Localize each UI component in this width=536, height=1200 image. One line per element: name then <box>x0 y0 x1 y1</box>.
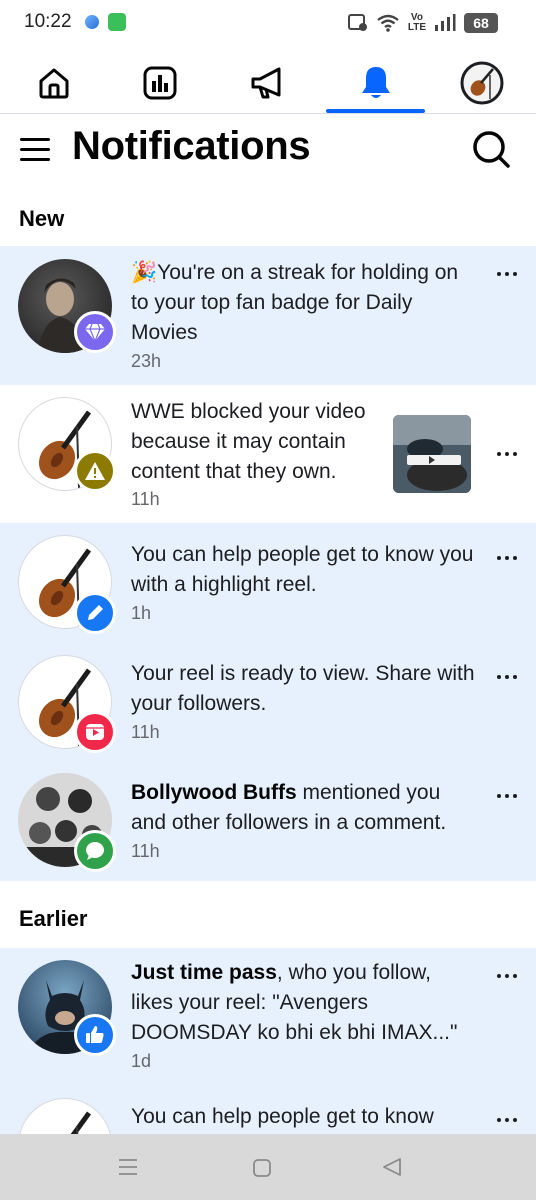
violin-image <box>70 1111 92 1134</box>
recent-apps-button[interactable] <box>118 1158 138 1176</box>
bell-icon <box>362 67 390 98</box>
signal-icon <box>435 14 456 31</box>
pencil-icon <box>88 605 103 620</box>
dot-icon <box>505 675 509 679</box>
menu-button[interactable] <box>18 132 52 166</box>
active-tab-indicator <box>326 109 425 113</box>
home-button[interactable] <box>252 1158 272 1178</box>
notification-item[interactable]: You can help people get to know you with… <box>0 523 536 643</box>
tab-ads[interactable] <box>218 52 318 114</box>
warning-icon <box>85 462 105 480</box>
dot-icon <box>505 794 509 798</box>
search-icon <box>473 131 510 168</box>
dot-icon <box>497 1118 501 1122</box>
notification-time: 23h <box>131 351 162 371</box>
dot-icon <box>505 452 509 456</box>
hamburger-icon <box>20 138 50 161</box>
cast-icon <box>347 14 367 31</box>
dot-icon <box>505 556 509 560</box>
notification-time: 11h <box>131 841 160 861</box>
section-title-new: New <box>19 206 65 231</box>
wifi-icon <box>377 14 399 32</box>
dot-icon <box>505 1118 509 1122</box>
notification-text: WWE blocked your video because it may co… <box>131 400 366 483</box>
page-title: Notifications <box>72 124 311 168</box>
more-options-button[interactable] <box>493 1110 521 1130</box>
notification-text: You can help people get to know you with… <box>131 543 474 596</box>
dot-icon <box>497 272 501 276</box>
more-options-button[interactable] <box>493 548 521 568</box>
notification-text: Bollywood Buffs mentioned you and other … <box>131 781 447 834</box>
notification-time: 1d <box>131 1051 152 1071</box>
dot-icon <box>497 556 501 560</box>
thumbnail-image <box>393 415 471 493</box>
search-button[interactable] <box>470 128 512 170</box>
notification-time: 1h <box>131 603 152 623</box>
reel-icon <box>86 724 104 740</box>
video-thumbnail[interactable] <box>393 415 471 493</box>
violin-avatar-icon <box>460 61 504 105</box>
status-bar: 10:22 Vo LTE 68 <box>0 0 536 46</box>
status-icons: Vo LTE 68 <box>347 12 498 34</box>
badge-warning <box>74 450 116 492</box>
status-time: 10:22 <box>24 11 72 32</box>
notification-text: You can help people get to know <box>131 1105 434 1128</box>
bar-chart-icon <box>143 66 177 100</box>
tab-notifications[interactable] <box>326 52 426 114</box>
tab-profile[interactable] <box>432 52 532 114</box>
notification-item[interactable]: You can help people get to know <box>0 1088 536 1134</box>
tab-dashboard[interactable] <box>110 52 210 114</box>
dot-icon <box>497 794 501 798</box>
back-button[interactable] <box>382 1157 402 1177</box>
notification-text: Your reel is ready to view. Share with y… <box>131 662 475 715</box>
badge-pencil <box>74 592 116 634</box>
section-title-earlier: Earlier <box>19 906 88 931</box>
tab-home[interactable] <box>4 52 104 114</box>
notification-item[interactable]: Just time pass, who you follow, likes yo… <box>0 948 536 1088</box>
dot-icon <box>513 556 517 560</box>
more-options-button[interactable] <box>493 444 521 464</box>
dot-icon <box>513 272 517 276</box>
dot-icon <box>513 794 517 798</box>
dot-icon <box>497 974 501 978</box>
app-notification-icon-2 <box>108 13 126 31</box>
megaphone-icon <box>251 67 281 99</box>
notification-actor: Just time pass <box>131 961 277 984</box>
notification-item[interactable]: Bollywood Buffs mentioned you and other … <box>0 761 536 881</box>
notification-item[interactable]: 🎉You're on a streak for holding on to yo… <box>0 246 536 385</box>
more-options-button[interactable] <box>493 667 521 687</box>
dot-icon <box>497 452 501 456</box>
notification-text: 🎉You're on a streak for holding on to yo… <box>131 261 459 344</box>
badge-comment <box>74 830 116 872</box>
badge-reel <box>74 711 116 753</box>
more-options-button[interactable] <box>493 264 521 284</box>
system-navigation-bar <box>0 1134 536 1200</box>
battery-indicator: 68 <box>464 13 498 33</box>
more-options-button[interactable] <box>493 786 521 806</box>
notification-time: 11h <box>131 722 160 742</box>
dot-icon <box>505 974 509 978</box>
badge-like <box>74 1014 116 1056</box>
comment-icon <box>86 842 104 860</box>
badge-diamond <box>74 311 116 353</box>
dot-icon <box>497 675 501 679</box>
dot-icon <box>513 974 517 978</box>
more-options-button[interactable] <box>493 966 521 986</box>
avatar <box>18 1098 112 1134</box>
notification-item[interactable]: Your reel is ready to view. Share with y… <box>0 643 536 761</box>
dot-icon <box>505 272 509 276</box>
dot-icon <box>513 675 517 679</box>
app-notification-icon <box>85 15 99 29</box>
notification-text: Just time pass, who you follow, likes yo… <box>131 961 458 1044</box>
page-header: Notifications <box>0 114 536 186</box>
notification-actor: Bollywood Buffs <box>131 781 297 804</box>
volte-indicator: Vo LTE <box>407 12 426 33</box>
like-icon <box>86 1026 104 1043</box>
diamond-icon <box>85 323 105 342</box>
top-tab-bar <box>0 52 536 114</box>
dot-icon <box>513 1118 517 1122</box>
home-icon <box>39 68 69 99</box>
notification-time: 11h <box>131 489 160 509</box>
dot-icon <box>513 452 517 456</box>
